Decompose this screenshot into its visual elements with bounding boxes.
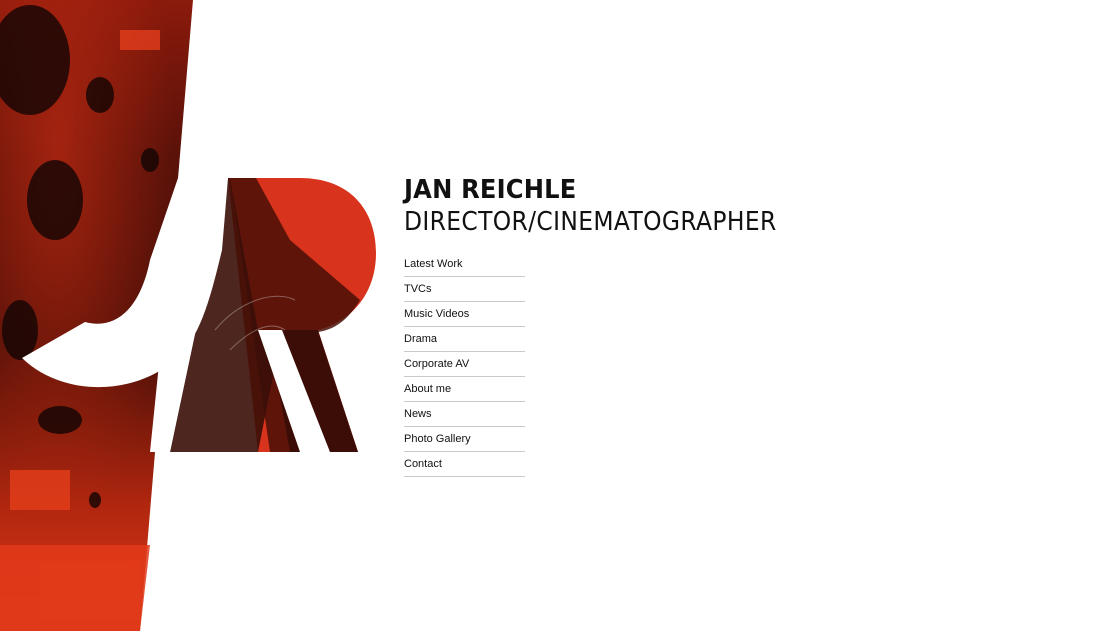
nav-link-contact[interactable]: Contact	[404, 452, 525, 476]
nav-item-drama: Drama	[404, 327, 525, 352]
nav-link-latest-work[interactable]: Latest Work	[404, 252, 525, 276]
main-navigation: Latest Work TVCs Music Videos Drama Corp…	[404, 252, 525, 477]
nav-link-tvcs[interactable]: TVCs	[404, 277, 525, 301]
nav-link-drama[interactable]: Drama	[404, 327, 525, 351]
nav-item-about-me: About me	[404, 377, 525, 402]
nav-item-photo-gallery: Photo Gallery	[404, 427, 525, 452]
nav-item-news: News	[404, 402, 525, 427]
nav-link-about-me[interactable]: About me	[404, 377, 525, 401]
nav-link-news[interactable]: News	[404, 402, 525, 426]
nav-link-corporate-av[interactable]: Corporate AV	[404, 352, 525, 376]
nav-item-tvcs: TVCs	[404, 277, 525, 302]
nav-item-latest-work: Latest Work	[404, 252, 525, 277]
nav-link-music-videos[interactable]: Music Videos	[404, 302, 525, 326]
nav-item-corporate-av: Corporate AV	[404, 352, 525, 377]
nav-link-photo-gallery[interactable]: Photo Gallery	[404, 427, 525, 451]
nav-item-contact: Contact	[404, 452, 525, 477]
jr-logo-artwork	[0, 0, 376, 631]
nav-item-music-videos: Music Videos	[404, 302, 525, 327]
site-name[interactable]: JAN REICHLE	[404, 174, 789, 206]
site-header: JAN REICHLE DIRECTOR/CINEMATOGRAPHER	[404, 174, 818, 238]
site-tagline: DIRECTOR/CINEMATOGRAPHER	[404, 207, 777, 237]
